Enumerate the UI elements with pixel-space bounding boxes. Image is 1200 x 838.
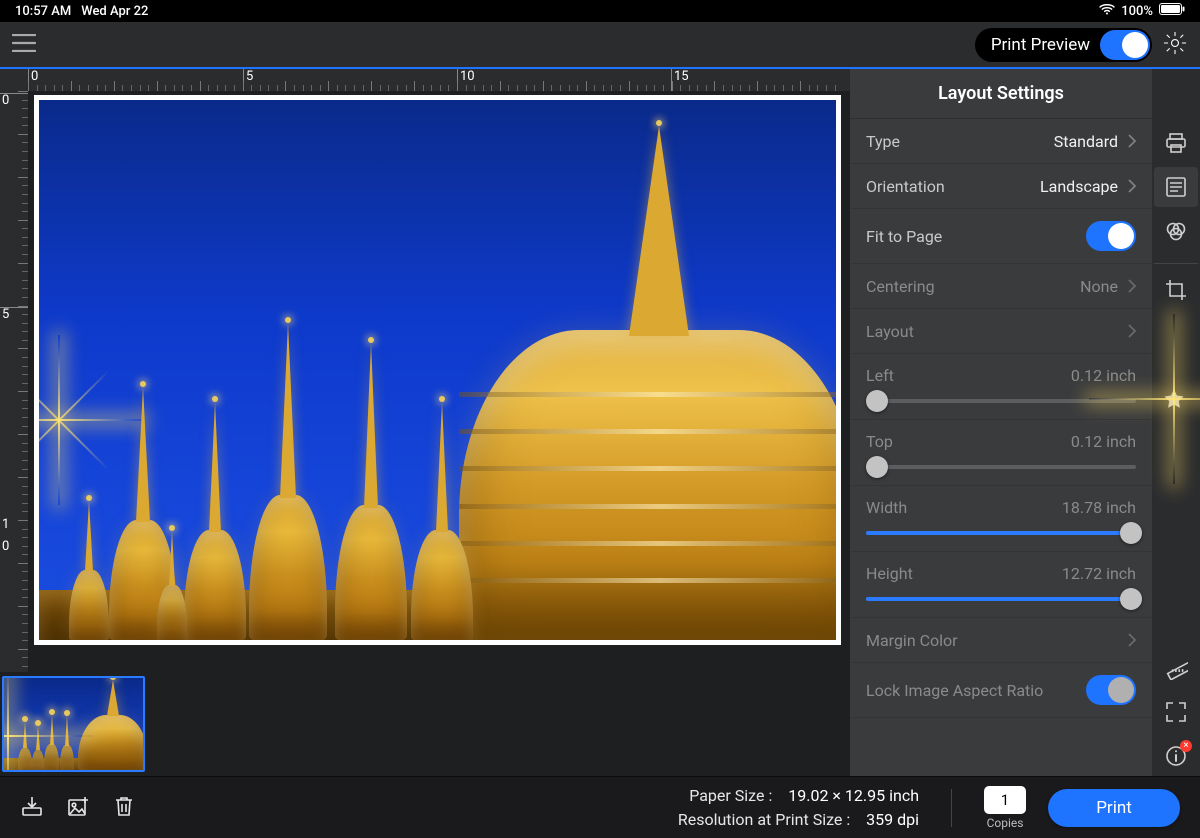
print-preview-toggle[interactable] bbox=[1100, 30, 1150, 60]
trash-icon[interactable] bbox=[112, 794, 136, 822]
height-slider-row: Height 12.72 inch bbox=[850, 552, 1152, 618]
import-icon[interactable] bbox=[20, 794, 44, 822]
chevron-right-icon bbox=[1128, 134, 1136, 148]
width-value: 18.78 inch bbox=[1062, 498, 1136, 517]
orientation-row[interactable]: Orientation Landscape bbox=[850, 164, 1152, 209]
top-label: Top bbox=[866, 432, 893, 451]
resolution-label: Resolution at Print Size : bbox=[678, 808, 850, 831]
fit-to-page-row: Fit to Page bbox=[850, 209, 1152, 264]
lock-aspect-toggle[interactable] bbox=[1086, 675, 1136, 705]
copies-input[interactable]: 1 bbox=[984, 786, 1026, 814]
centering-value: None bbox=[1080, 277, 1118, 296]
layout-icon[interactable] bbox=[1154, 167, 1198, 207]
width-label: Width bbox=[866, 498, 907, 517]
add-image-icon[interactable] bbox=[66, 794, 90, 822]
copies-label: Copies bbox=[987, 816, 1024, 830]
top-slider[interactable] bbox=[866, 465, 1136, 469]
type-label: Type bbox=[866, 132, 900, 151]
chevron-right-icon bbox=[1128, 279, 1136, 293]
bottom-bar: Paper Size : 19.02 × 12.95 inch Resoluti… bbox=[0, 776, 1200, 838]
left-label: Left bbox=[866, 366, 894, 385]
gear-icon[interactable] bbox=[1162, 30, 1188, 60]
centering-row[interactable]: Centering None bbox=[850, 264, 1152, 309]
copies-group: 1 Copies bbox=[984, 786, 1026, 830]
print-paper bbox=[34, 95, 841, 645]
type-row[interactable]: Type Standard bbox=[850, 119, 1152, 164]
canvas-viewport[interactable] bbox=[28, 91, 850, 672]
battery-icon bbox=[1159, 3, 1185, 19]
canvas-area: 051015 0510 bbox=[0, 69, 850, 776]
layout-label: Layout bbox=[866, 322, 914, 341]
info-icon[interactable] bbox=[1154, 736, 1198, 776]
chevron-right-icon bbox=[1128, 179, 1136, 193]
height-value: 12.72 inch bbox=[1062, 564, 1136, 583]
status-bar: 10:57 AM Wed Apr 22 100% bbox=[0, 0, 1200, 22]
orientation-value: Landscape bbox=[1040, 177, 1118, 196]
type-value: Standard bbox=[1054, 132, 1118, 151]
left-value: 0.12 inch bbox=[1071, 366, 1136, 385]
left-slider-row: Left 0.12 inch bbox=[850, 354, 1152, 420]
status-date: Wed Apr 22 bbox=[81, 4, 148, 19]
crop-icon[interactable] bbox=[1154, 263, 1198, 303]
lock-aspect-row: Lock Image Aspect Ratio bbox=[850, 663, 1152, 718]
chevron-right-icon bbox=[1128, 633, 1136, 647]
chevron-right-icon bbox=[1128, 324, 1136, 338]
orientation-label: Orientation bbox=[866, 177, 945, 196]
height-label: Height bbox=[866, 564, 913, 583]
print-preview-label: Print Preview bbox=[991, 35, 1090, 55]
centering-label: Centering bbox=[866, 277, 935, 296]
app-top-bar: Print Preview bbox=[0, 22, 1200, 67]
top-value: 0.12 inch bbox=[1071, 432, 1136, 451]
color-icon[interactable] bbox=[1154, 211, 1198, 251]
right-sidebar bbox=[1152, 69, 1200, 776]
horizontal-ruler: 051015 bbox=[28, 69, 850, 91]
print-preview-toggle-group: Print Preview bbox=[975, 28, 1152, 62]
favorites-icon[interactable] bbox=[1152, 379, 1196, 419]
status-time: 10:57 AM bbox=[15, 4, 71, 19]
wifi-icon bbox=[1099, 3, 1115, 19]
battery-percent: 100% bbox=[1121, 4, 1153, 19]
print-button[interactable]: Print bbox=[1048, 789, 1180, 827]
resolution-value: 359 dpi bbox=[866, 808, 919, 831]
fullscreen-icon[interactable] bbox=[1154, 692, 1198, 732]
fit-to-page-label: Fit to Page bbox=[866, 227, 942, 246]
paper-size-value: 19.02 × 12.95 inch bbox=[788, 784, 919, 807]
width-slider[interactable] bbox=[866, 531, 1136, 535]
height-slider[interactable] bbox=[866, 597, 1136, 601]
margin-color-label: Margin Color bbox=[866, 631, 958, 650]
menu-icon[interactable] bbox=[12, 34, 36, 56]
margin-color-row[interactable]: Margin Color bbox=[850, 618, 1152, 663]
paper-info: Paper Size : 19.02 × 12.95 inch Resoluti… bbox=[678, 784, 919, 830]
photo-preview bbox=[39, 100, 836, 640]
fit-to-page-toggle[interactable] bbox=[1086, 221, 1136, 251]
lock-aspect-label: Lock Image Aspect Ratio bbox=[866, 681, 1043, 700]
top-slider-row: Top 0.12 inch bbox=[850, 420, 1152, 486]
ruler-icon[interactable] bbox=[1154, 648, 1198, 688]
thumbnail[interactable] bbox=[2, 676, 145, 772]
ruler-corner bbox=[0, 69, 28, 91]
layout-row[interactable]: Layout bbox=[850, 309, 1152, 354]
paper-size-label: Paper Size : bbox=[689, 784, 772, 807]
layout-settings-panel: Layout Settings Type Standard Orientatio… bbox=[850, 69, 1152, 776]
width-slider-row: Width 18.78 inch bbox=[850, 486, 1152, 552]
divider bbox=[951, 789, 952, 827]
thumbnail-strip bbox=[0, 672, 850, 776]
vertical-ruler: 0510 bbox=[0, 91, 28, 672]
panel-title: Layout Settings bbox=[850, 69, 1152, 119]
printer-icon[interactable] bbox=[1154, 123, 1198, 163]
